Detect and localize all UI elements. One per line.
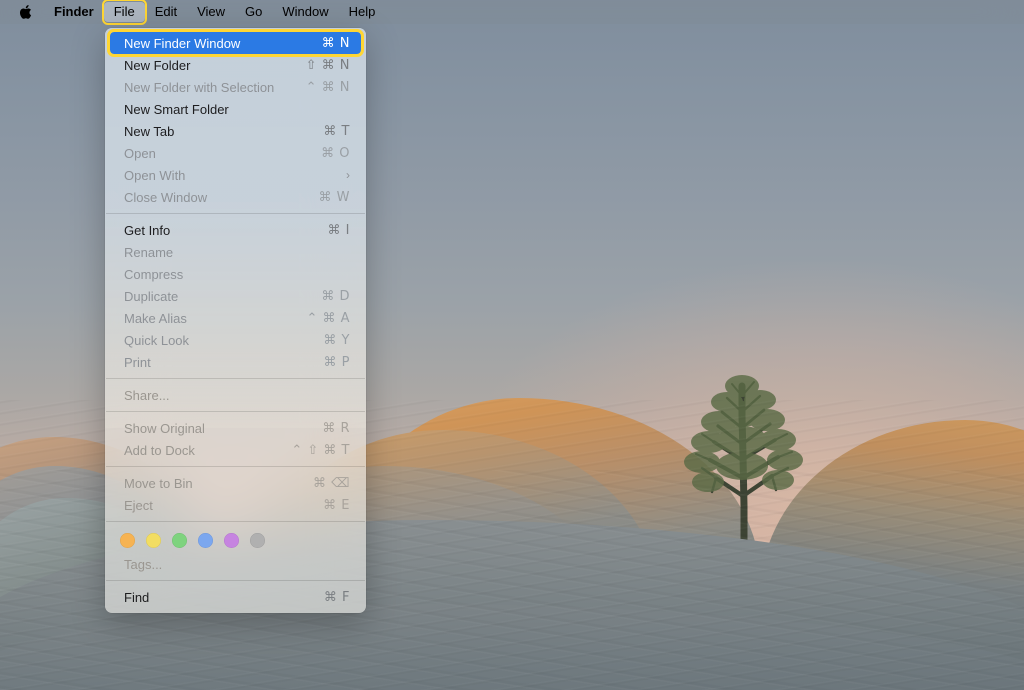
menu-item-label: Tags...	[124, 557, 350, 572]
menu-bar-item-edit[interactable]: Edit	[145, 2, 187, 22]
menu-bar: FinderFileEditViewGoWindowHelp	[0, 0, 1024, 24]
file-dropdown-menu: New Finder Window⌘ NNew Folder⇧ ⌘ NNew F…	[105, 28, 366, 613]
menu-item-shortcut: ⌃ ⌘ N	[306, 80, 350, 95]
menu-item-label: Rename	[124, 245, 350, 260]
menu-item-label: Eject	[124, 498, 307, 513]
menu-bar-item-go[interactable]: Go	[235, 2, 272, 22]
menu-item-shortcut: ⌘ W	[319, 190, 351, 205]
menu-item-shortcut: ⌘ D	[321, 289, 350, 304]
menu-item-shortcut: ⇧ ⌘ N	[306, 58, 350, 73]
menu-item-shortcut: ⌃ ⌘ A	[306, 311, 350, 326]
menu-item-open[interactable]: Open ⌘ O	[110, 142, 361, 164]
menu-item-make-alias[interactable]: Make Alias ⌃ ⌘ A	[110, 307, 361, 329]
menu-item-open-with[interactable]: Open With ›	[110, 164, 361, 186]
menu-item-label: Close Window	[124, 190, 303, 205]
menu-separator	[106, 378, 365, 379]
menu-item-label: New Folder	[124, 58, 290, 73]
menu-item-label: New Finder Window	[124, 36, 306, 51]
menu-bar-item-view[interactable]: View	[187, 2, 235, 22]
menu-item-compress[interactable]: Compress	[110, 263, 361, 285]
menu-item-label: Move to Bin	[124, 476, 297, 491]
menu-item-print[interactable]: Print ⌘ P	[110, 351, 361, 373]
menu-separator	[106, 213, 365, 214]
chevron-right-icon: ›	[346, 168, 350, 182]
menu-item-shortcut: ⌘ I	[328, 223, 350, 238]
menu-item-label: Add to Dock	[124, 443, 275, 458]
menu-item-share[interactable]: Share...	[110, 384, 361, 406]
menu-item-shortcut: ⌘ ⌫	[313, 476, 350, 491]
menu-item-label: Compress	[124, 267, 350, 282]
file-menu-items: New Finder Window⌘ NNew Folder⇧ ⌘ NNew F…	[105, 32, 366, 608]
menu-item-label: Show Original	[124, 421, 306, 436]
menu-separator	[106, 521, 365, 522]
blue-tag[interactable]	[198, 533, 213, 548]
menu-item-eject[interactable]: Eject ⌘ E	[110, 494, 361, 516]
menu-item-add-to-dock[interactable]: Add to Dock ⌃ ⇧ ⌘ T	[110, 439, 361, 461]
menu-item-label: Find	[124, 590, 308, 605]
tag-color-row	[105, 527, 366, 553]
menu-item-label: Open With	[124, 168, 330, 183]
menu-item-close-window[interactable]: Close Window ⌘ W	[110, 186, 361, 208]
menu-item-shortcut: ⌘ P	[324, 355, 350, 370]
menu-item-label: Duplicate	[124, 289, 305, 304]
menu-item-new-tab[interactable]: New Tab ⌘ T	[110, 120, 361, 142]
purple-tag[interactable]	[224, 533, 239, 548]
menu-item-label: New Folder with Selection	[124, 80, 290, 95]
menu-item-label: New Tab	[124, 124, 307, 139]
green-tag[interactable]	[172, 533, 187, 548]
menu-item-label: New Smart Folder	[124, 102, 350, 117]
yellow-tag[interactable]	[146, 533, 161, 548]
menu-item-tags[interactable]: Tags...	[110, 553, 361, 575]
desktop-screen: FinderFileEditViewGoWindowHelp New Finde…	[0, 0, 1024, 690]
menu-item-label: Open	[124, 146, 305, 161]
menu-item-shortcut: ⌘ T	[323, 124, 350, 139]
menu-bar-item-help[interactable]: Help	[339, 2, 386, 22]
menu-bar-items: FinderFileEditViewGoWindowHelp	[44, 2, 385, 22]
gray-tag[interactable]	[250, 533, 265, 548]
menu-bar-item-finder[interactable]: Finder	[44, 2, 104, 22]
menu-item-duplicate[interactable]: Duplicate ⌘ D	[110, 285, 361, 307]
menu-item-shortcut: ⌘ O	[321, 146, 350, 161]
menu-item-show-original[interactable]: Show Original ⌘ R	[110, 417, 361, 439]
menu-item-quick-look[interactable]: Quick Look ⌘ Y	[110, 329, 361, 351]
menu-bar-item-file[interactable]: File	[104, 2, 145, 22]
menu-separator	[106, 580, 365, 581]
menu-item-new-finder-window[interactable]: New Finder Window ⌘ N	[110, 32, 361, 54]
menu-item-shortcut: ⌘ E	[323, 498, 350, 513]
menu-item-shortcut: ⌘ Y	[323, 333, 350, 348]
menu-item-new-folder[interactable]: New Folder ⇧ ⌘ N	[110, 54, 361, 76]
menu-item-shortcut: ⌘ N	[322, 36, 350, 51]
menu-separator	[106, 466, 365, 467]
lone-tree	[672, 356, 822, 556]
menu-item-shortcut: ⌘ F	[324, 590, 350, 605]
menu-item-get-info[interactable]: Get Info ⌘ I	[110, 219, 361, 241]
menu-item-label: Quick Look	[124, 333, 307, 348]
apple-logo-icon[interactable]	[14, 4, 36, 20]
menu-item-new-folder-with-selection[interactable]: New Folder with Selection ⌃ ⌘ N	[110, 76, 361, 98]
orange-tag[interactable]	[120, 533, 135, 548]
menu-item-label: Make Alias	[124, 311, 290, 326]
menu-item-move-to-bin[interactable]: Move to Bin ⌘ ⌫	[110, 472, 361, 494]
menu-item-new-smart-folder[interactable]: New Smart Folder	[110, 98, 361, 120]
menu-item-label: Get Info	[124, 223, 312, 238]
menu-item-label: Share...	[124, 388, 350, 403]
menu-item-find[interactable]: Find ⌘ F	[110, 586, 361, 608]
menu-item-shortcut: ⌘ R	[322, 421, 350, 436]
menu-item-shortcut: ⌃ ⇧ ⌘ T	[291, 443, 350, 458]
menu-separator	[106, 411, 365, 412]
menu-bar-item-window[interactable]: Window	[272, 2, 338, 22]
menu-item-rename[interactable]: Rename	[110, 241, 361, 263]
menu-item-label: Print	[124, 355, 308, 370]
